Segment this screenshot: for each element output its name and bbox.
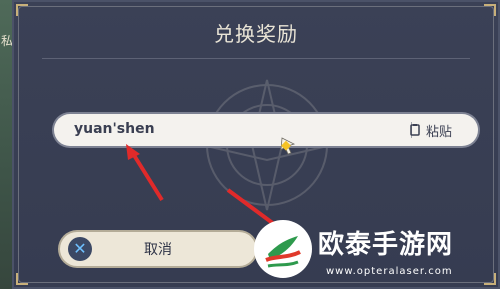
redeem-code-value: yuan'shen bbox=[74, 121, 155, 137]
paste-button[interactable]: 粘贴 bbox=[408, 120, 464, 140]
watermark-title: 欧泰手游网 bbox=[318, 230, 454, 260]
corner-ornament bbox=[16, 4, 28, 16]
cancel-button[interactable]: ✕ 取消 bbox=[60, 232, 256, 266]
site-watermark: 欧泰手游网 www.opteralaser.com bbox=[254, 218, 500, 289]
watermark-url: www.opteralaser.com bbox=[326, 266, 453, 277]
title-divider bbox=[42, 58, 470, 59]
corner-ornament bbox=[484, 4, 496, 16]
cancel-x-icon: ✕ bbox=[68, 237, 92, 261]
paste-label: 粘贴 bbox=[426, 124, 453, 140]
redeem-code-input[interactable]: yuan'shen 粘贴 bbox=[54, 114, 478, 146]
watermark-logo-icon bbox=[254, 220, 312, 278]
corner-ornament bbox=[16, 273, 28, 285]
paste-icon bbox=[410, 124, 420, 136]
dialog-title: 兑换奖励 bbox=[214, 22, 298, 46]
